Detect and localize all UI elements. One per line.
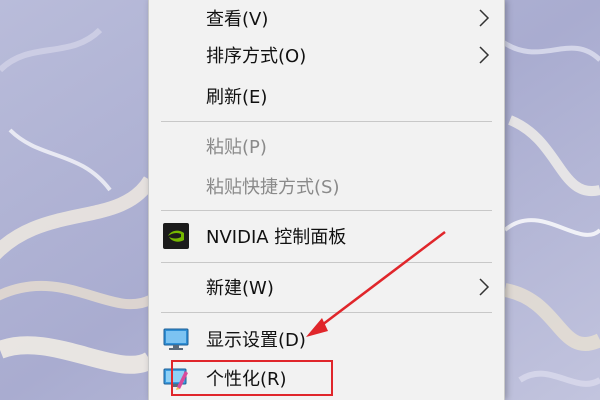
menu-separator — [161, 210, 492, 211]
menu-item-label: 排序方式(O) — [206, 46, 307, 67]
menu-item-label: 查看(V) — [206, 9, 269, 30]
menu-item-display-settings[interactable]: 显示设置(D) — [149, 321, 504, 357]
annotation-highlight-box — [171, 360, 333, 396]
menu-item-label: NVIDIA 控制面板 — [206, 227, 347, 248]
chevron-right-icon — [479, 46, 490, 64]
menu-item-label: 新建(W) — [206, 278, 274, 299]
chevron-right-icon — [479, 9, 490, 27]
menu-separator — [161, 262, 492, 263]
menu-item-sort-by[interactable]: 排序方式(O) — [149, 37, 504, 73]
menu-item-paste[interactable]: 粘贴(P) — [149, 128, 504, 164]
menu-separator — [161, 121, 492, 122]
menu-item-label: 显示设置(D) — [206, 330, 306, 351]
menu-item-refresh[interactable]: 刷新(E) — [149, 78, 504, 114]
desktop-context-menu: 查看(V) 排序方式(O) 刷新(E) 粘贴(P) 粘贴快捷方式(S) NVID… — [148, 0, 505, 400]
menu-item-paste-shortcut[interactable]: 粘贴快捷方式(S) — [149, 168, 504, 204]
menu-item-nvidia-control-panel[interactable]: NVIDIA 控制面板 — [149, 218, 504, 254]
menu-item-label: 粘贴(P) — [206, 137, 267, 158]
nvidia-icon — [163, 223, 189, 249]
menu-item-label: 刷新(E) — [206, 87, 268, 108]
menu-item-new[interactable]: 新建(W) — [149, 269, 504, 305]
menu-separator — [161, 312, 492, 313]
chevron-right-icon — [479, 278, 490, 296]
menu-item-label: 粘贴快捷方式(S) — [206, 177, 340, 198]
menu-item-view[interactable]: 查看(V) — [149, 0, 504, 36]
display-icon — [163, 328, 189, 350]
